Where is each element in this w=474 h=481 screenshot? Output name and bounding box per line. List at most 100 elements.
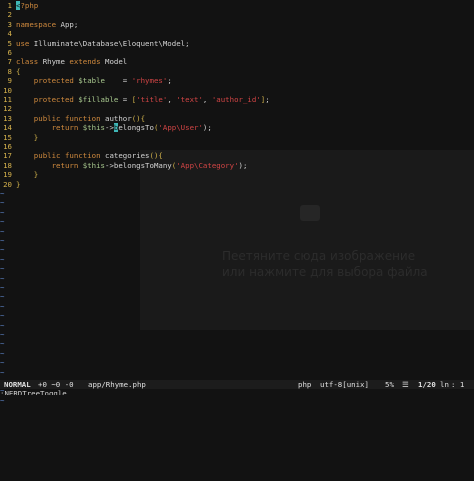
code-token: 'author_id': [211, 95, 261, 104]
empty-buffer-tilde: ~: [0, 264, 5, 274]
mode-indicator: NORMAL: [4, 380, 31, 389]
code-token: }: [16, 179, 21, 189]
empty-buffer-tilde: ~: [0, 311, 5, 321]
code-token: ?php: [20, 1, 39, 10]
code-line[interactable]: 10: [0, 86, 16, 95]
code-token: return: [16, 123, 83, 133]
git-diff-summary: +0 ~0 -0: [38, 380, 74, 389]
line-number: 9: [7, 76, 12, 86]
code-line[interactable]: 6: [0, 48, 16, 57]
empty-buffer-tilde: ~: [0, 292, 5, 302]
empty-buffer-tilde: ~: [0, 245, 5, 255]
code-token: Rhyme: [38, 57, 70, 67]
code-line[interactable]: 20}: [0, 180, 20, 189]
empty-buffer-tilde: ~: [0, 236, 5, 245]
line-number: 18: [3, 160, 12, 170]
line-number: 10: [3, 85, 12, 95]
line-number: 13: [3, 113, 12, 123]
code-line[interactable]: 16: [0, 142, 16, 151]
code-token: public function: [16, 113, 105, 123]
line-number: 15: [3, 132, 12, 142]
empty-buffer-tilde: ~: [0, 330, 5, 339]
code-token: $fillable: [78, 95, 119, 104]
file-encoding: utf-8[unix]: [320, 380, 369, 389]
code-token: ,: [202, 95, 212, 104]
code-token: categories: [105, 151, 150, 161]
code-line[interactable]: 1 <?php: [0, 1, 38, 10]
code-token: extends: [69, 57, 101, 67]
empty-buffer-tilde: ~: [0, 339, 5, 349]
line-number: 12: [3, 104, 12, 114]
code-token: ;: [265, 95, 270, 104]
code-line[interactable]: 14 return $this->belongsTo('App\User');: [0, 123, 212, 133]
code-token: }: [16, 132, 39, 142]
empty-buffer-tilde: ~: [0, 301, 5, 311]
code-line[interactable]: 7 class Rhyme extends Model: [0, 57, 128, 67]
code-line[interactable]: 9 protected $table = 'rhymes';: [0, 76, 172, 85]
code-token: ->: [105, 160, 114, 170]
code-token: $this: [82, 123, 105, 133]
line-number: 1: [7, 1, 12, 10]
code-token: );: [202, 123, 212, 133]
line-number: 7: [7, 57, 12, 67]
code-line[interactable]: 18 return $this->belongsToMany('App\Cate…: [0, 161, 247, 170]
code-token: $table: [78, 76, 105, 86]
line-number: 6: [7, 48, 12, 57]
line-number: 20: [3, 179, 12, 189]
code-line[interactable]: 17 public function categories(){: [0, 151, 163, 160]
code-line[interactable]: 2: [0, 10, 16, 19]
vim-command-line[interactable]: :NERDTreeToggle: [0, 389, 474, 395]
line-number: 17: [3, 151, 12, 161]
code-token: belongsToMany: [113, 160, 172, 170]
line-number: 5: [7, 38, 12, 48]
code-line[interactable]: 5 use Illuminate\Database\Eloquent\Model;: [0, 39, 190, 48]
line-number: 16: [3, 142, 12, 151]
code-token: {: [16, 66, 21, 76]
empty-buffer-tilde: ~: [0, 320, 5, 330]
code-line[interactable]: 8{: [0, 66, 21, 76]
code-token: App;: [56, 19, 79, 29]
cursor-column: : 1: [451, 380, 465, 389]
empty-buffer-tilde: ~: [0, 273, 5, 283]
empty-buffer-tilde: ~: [0, 198, 5, 208]
menu-icon: ☰: [402, 380, 409, 389]
code-token: elongsTo: [118, 123, 154, 133]
code-token: namespace: [16, 19, 57, 29]
code-line[interactable]: 3 namespace App;: [0, 19, 79, 29]
code-token: =: [118, 95, 132, 104]
line-number-icon: ln: [440, 380, 449, 389]
code-token: (){: [149, 151, 163, 161]
line-number: 4: [7, 29, 12, 39]
empty-buffer-tilde: ~: [0, 283, 5, 292]
code-token: 'App\Category': [176, 160, 239, 170]
line-number: 19: [3, 170, 12, 180]
empty-buffer-tilde: ~: [0, 358, 5, 368]
code-line[interactable]: 19 }: [0, 170, 38, 179]
code-line[interactable]: 13 public function author(){: [0, 114, 145, 123]
empty-buffer-tilde: ~: [0, 226, 5, 236]
code-token: protected: [16, 95, 79, 104]
code-line[interactable]: 4: [0, 29, 16, 38]
file-path: app/Rhyme.php: [88, 380, 146, 389]
code-line[interactable]: 11 protected $fillable = ['title', 'text…: [0, 95, 270, 104]
empty-buffer-tilde: ~: [0, 348, 5, 358]
line-number: 3: [7, 19, 12, 29]
code-line[interactable]: 15 }: [0, 133, 38, 142]
code-token: 'App\User': [158, 123, 203, 133]
code-token: Illuminate\Database\Eloquent\Model;: [29, 38, 190, 48]
code-token: (){: [131, 113, 146, 123]
code-token: use: [16, 38, 30, 48]
empty-buffer-tilde: ~: [0, 217, 5, 227]
vim-editor[interactable]: 1 <?php 2 3 namespace App; 4 5 use Illuminate\D…: [0, 0, 474, 405]
code-token: return: [16, 160, 83, 170]
code-line[interactable]: 12: [0, 104, 16, 113]
empty-buffer-tilde: ~: [0, 254, 5, 264]
filetype: php: [298, 380, 312, 389]
empty-buffer-tilde: ~: [0, 367, 5, 377]
code-token: public function: [16, 151, 105, 161]
code-token: 'text': [176, 95, 203, 104]
code-token: }: [16, 170, 39, 180]
line-number: 2: [7, 10, 12, 20]
code-token: author: [105, 113, 132, 123]
code-token: Model: [100, 57, 128, 67]
